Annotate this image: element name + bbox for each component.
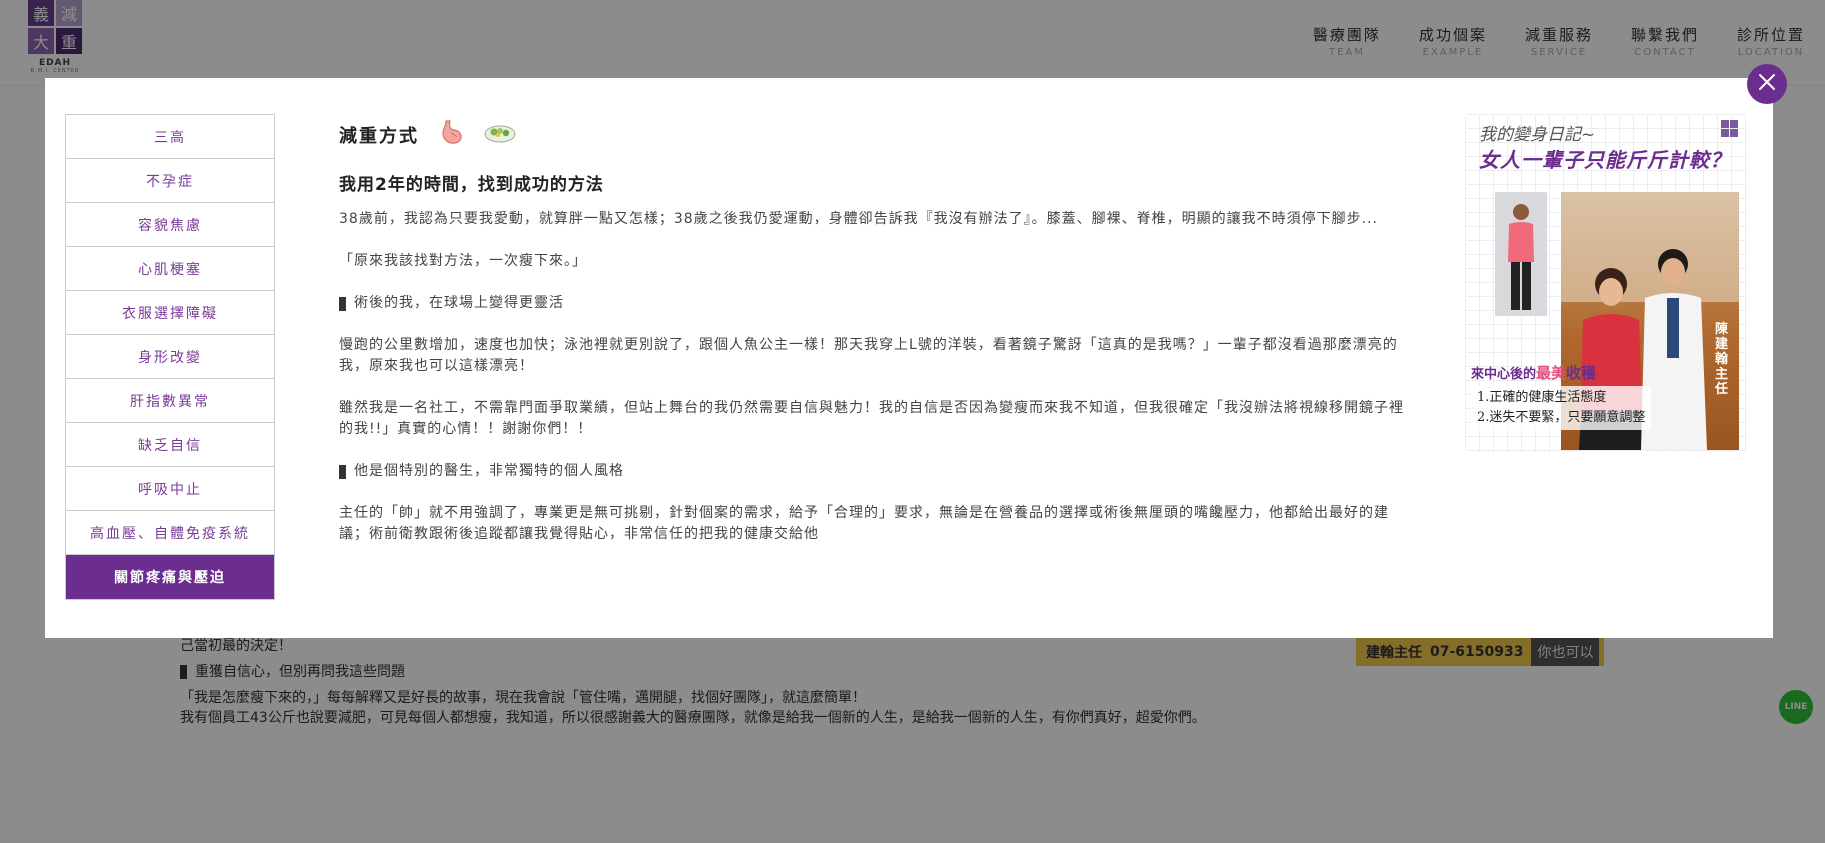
article-header: 減重方式 bbox=[339, 120, 1409, 150]
side-nav-item[interactable]: 容貌焦慮 bbox=[66, 203, 274, 247]
case-modal: 三高 不孕症 容貌焦慮 心肌梗塞 衣服選擇障礙 身形改變 肝指數異常 缺乏自信 呼吸中止 高血壓、… bbox=[45, 78, 1773, 638]
close-button[interactable] bbox=[1747, 64, 1787, 104]
article-paragraph: 主任的「帥」就不用強調了，專業更是無可挑剔，針對個案的需求，給予「合理的」要求，… bbox=[339, 505, 1389, 542]
article-paragraph: 「原來我該找對方法，一次瘦下來。」 bbox=[339, 253, 587, 269]
side-nav-item[interactable]: 肝指數異常 bbox=[66, 379, 274, 423]
stomach-icon bbox=[437, 119, 465, 151]
case-article: 減重方式 我用2年的時間，找到成功的方法 38歲前，我認為只要我愛動，就算胖一點… bbox=[339, 120, 1409, 545]
mini-logo-icon bbox=[1721, 120, 1739, 142]
side-nav-item[interactable]: 高血壓、自體免疫系統 bbox=[66, 511, 274, 555]
article-section-heading: 術後的我，在球場上變得更靈活 bbox=[339, 293, 1409, 314]
side-nav-item[interactable]: 不孕症 bbox=[66, 159, 274, 203]
promo-list: 1.正確的健康生活態度 2.迷失不要緊，只要願意調整 bbox=[1471, 386, 1652, 430]
harvest-suffix: 收穫 bbox=[1566, 364, 1597, 382]
before-photo bbox=[1495, 192, 1547, 316]
article-subtitle: 我用2年的時間，找到成功的方法 bbox=[339, 175, 604, 195]
section-heading-text: 術後的我，在球場上變得更靈活 bbox=[354, 295, 564, 311]
side-nav-item[interactable]: 身形改變 bbox=[66, 335, 274, 379]
side-nav-item[interactable]: 衣服選擇障礙 bbox=[66, 291, 274, 335]
article-paragraph: 38歲前，我認為只要我愛動，就算胖一點又怎樣；38歲之後我仍愛運動，身體卻告訴我… bbox=[339, 211, 1378, 227]
article-title: 減重方式 bbox=[339, 126, 419, 147]
promo-diary-text: 我的變身日記~ bbox=[1479, 125, 1596, 145]
bullet-mark bbox=[339, 464, 346, 479]
article-paragraph: 慢跑的公里數增加，速度也加快；泳池裡就更別說了，跟個人魚公主一樣！那天我穿上L號… bbox=[339, 337, 1398, 374]
bullet-mark bbox=[339, 296, 346, 311]
close-icon bbox=[1757, 72, 1777, 96]
article-section-heading: 他是個特別的醫生，非常獨特的個人風格 bbox=[339, 461, 1409, 482]
doctor-name: 陳建翰 主任 bbox=[1715, 322, 1729, 397]
promo-list-item: 2.迷失不要緊，只要願意調整 bbox=[1477, 410, 1646, 425]
promo-headline: 女人一輩子只能斤斤計較？ bbox=[1479, 148, 1731, 172]
section-heading-text: 他是個特別的醫生，非常獨特的個人風格 bbox=[354, 463, 624, 479]
side-nav-item[interactable]: 缺乏自信 bbox=[66, 423, 274, 467]
side-nav-item[interactable]: 關節疼痛與壓迫 bbox=[66, 555, 274, 599]
promo-harvest-heading: 來中心後的最美收穫 bbox=[1471, 362, 1596, 383]
side-nav-item[interactable]: 呼吸中止 bbox=[66, 467, 274, 511]
side-nav-item[interactable]: 三高 bbox=[66, 115, 274, 159]
harvest-prefix: 來中心後的 bbox=[1471, 367, 1537, 382]
promo-image: 我的變身日記~ 女人一輩子只能斤斤計較？ 陳建翰 主任 來中心後的最美收穫 1.… bbox=[1465, 114, 1747, 452]
salad-bowl-icon bbox=[483, 122, 517, 148]
harvest-highlight: 最美 bbox=[1536, 364, 1567, 382]
side-nav-item[interactable]: 心肌梗塞 bbox=[66, 247, 274, 291]
article-paragraph: 雖然我是一名社工，不需靠門面爭取業績，但站上舞台的我仍然需要自信與魅力！我的自信… bbox=[339, 400, 1404, 437]
promo-list-item: 1.正確的健康生活態度 bbox=[1477, 390, 1607, 405]
symptom-side-nav: 三高 不孕症 容貌焦慮 心肌梗塞 衣服選擇障礙 身形改變 肝指數異常 缺乏自信 呼吸中止 高血壓、… bbox=[65, 114, 275, 600]
